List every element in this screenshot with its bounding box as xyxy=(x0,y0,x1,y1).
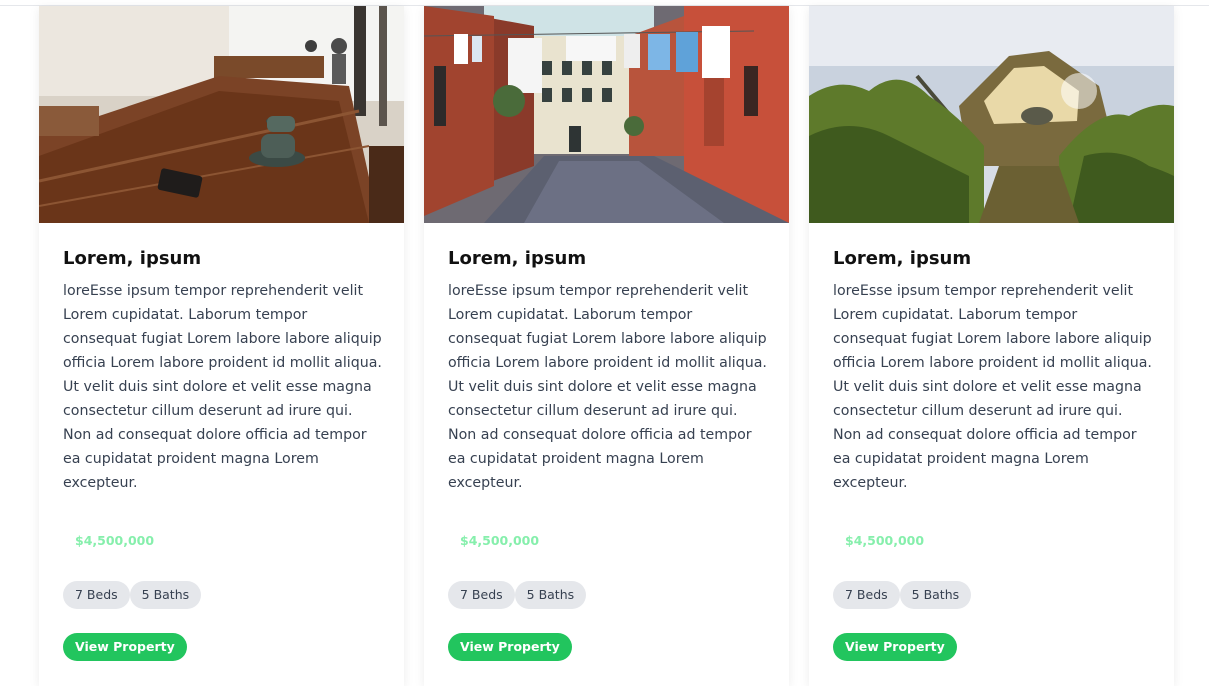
property-card-list: Lorem, ipsum loreEsse ipsum tempor repre… xyxy=(39,6,1174,686)
beds-badge: 7 Beds xyxy=(833,581,900,609)
property-description: loreEsse ipsum tempor reprehenderit veli… xyxy=(833,283,1152,491)
property-card: Lorem, ipsum loreEsse ipsum tempor repre… xyxy=(424,6,789,686)
property-image xyxy=(39,6,404,223)
property-description: loreEsse ipsum tempor reprehenderit veli… xyxy=(448,283,767,491)
property-image xyxy=(809,6,1174,223)
baths-badge: 5 Baths xyxy=(899,581,972,609)
property-card: Lorem, ipsum loreEsse ipsum tempor repre… xyxy=(809,6,1174,686)
view-property-button[interactable]: View Property xyxy=(63,633,187,661)
property-price: $4,500,000 xyxy=(845,533,925,548)
view-property-button[interactable]: View Property xyxy=(833,633,957,661)
property-features: 7 Beds 5 Baths xyxy=(448,581,587,609)
beds-badge: 7 Beds xyxy=(63,581,130,609)
view-property-button[interactable]: View Property xyxy=(448,633,572,661)
beds-badge: 7 Beds xyxy=(448,581,515,609)
baths-badge: 5 Baths xyxy=(129,581,202,609)
property-card: Lorem, ipsum loreEsse ipsum tempor repre… xyxy=(39,6,404,686)
property-title: Lorem, ipsum xyxy=(448,248,587,269)
property-title: Lorem, ipsum xyxy=(63,248,202,269)
property-features: 7 Beds 5 Baths xyxy=(833,581,972,609)
property-title: Lorem, ipsum xyxy=(833,248,972,269)
property-image xyxy=(424,6,789,223)
property-price: $4,500,000 xyxy=(75,533,155,548)
property-features: 7 Beds 5 Baths xyxy=(63,581,202,609)
baths-badge: 5 Baths xyxy=(514,581,587,609)
property-description: loreEsse ipsum tempor reprehenderit veli… xyxy=(63,283,382,491)
property-price: $4,500,000 xyxy=(460,533,540,548)
